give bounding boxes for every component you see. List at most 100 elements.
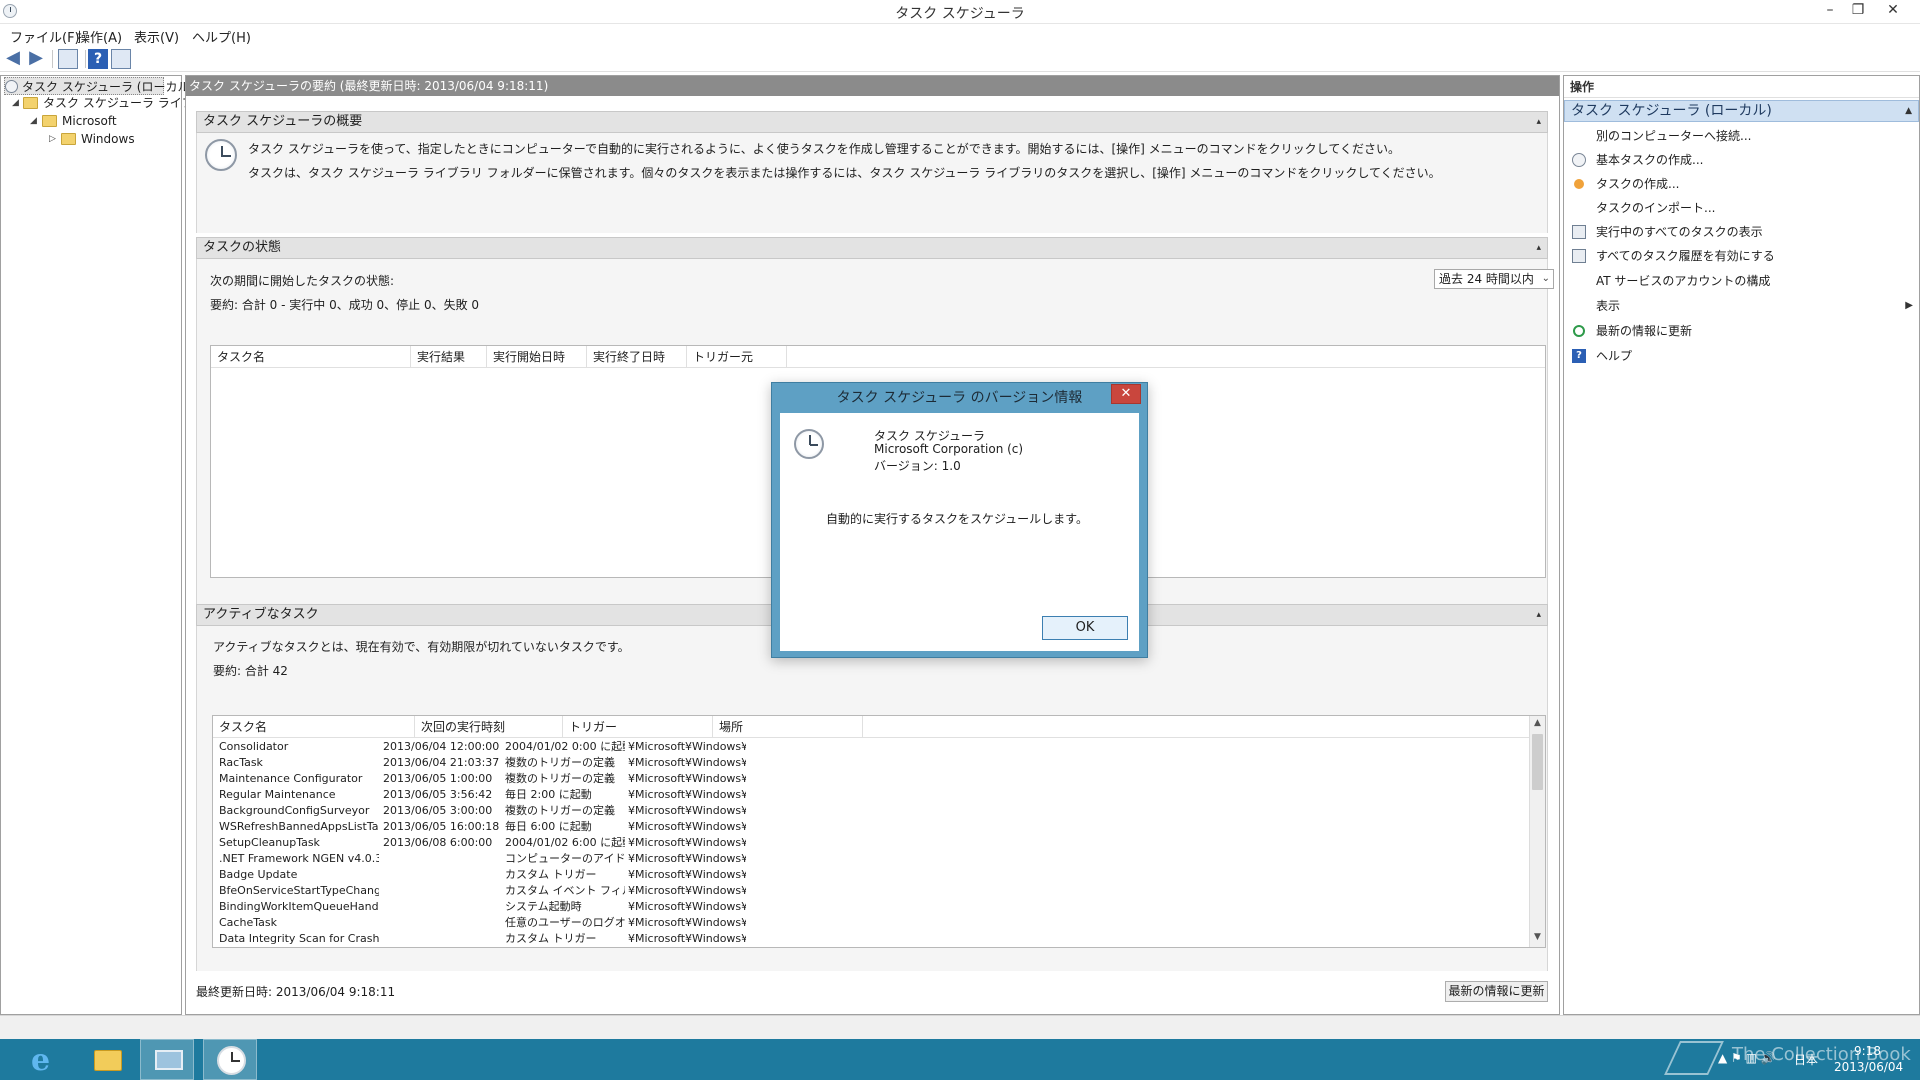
- collapse-icon[interactable]: ▴: [1536, 112, 1541, 132]
- active-tasks-summary: 要約: 合計 42: [213, 664, 288, 678]
- refresh-button[interactable]: 最新の情報に更新: [1445, 981, 1548, 1002]
- show-hide-console-tree-icon[interactable]: [58, 49, 78, 69]
- toolbar-separator: [85, 50, 86, 68]
- table-row[interactable]: WSRefreshBannedAppsListTask 2013/06/05 16…: [213, 819, 1545, 835]
- column-header-triggered-by[interactable]: トリガー元: [687, 346, 787, 368]
- table-cell: RacTask: [219, 756, 263, 769]
- collapse-icon[interactable]: ▴: [1536, 605, 1541, 625]
- scroll-up-arrow-icon[interactable]: ▲: [1530, 718, 1545, 728]
- table-row[interactable]: RacTask 2013/06/04 21:03:37 複数のトリガーの定義 ¥Mic…: [213, 755, 1545, 771]
- close-button[interactable]: ✕: [1878, 0, 1908, 22]
- column-header-next-run[interactable]: 次回の実行時刻: [415, 716, 563, 738]
- action-import-task[interactable]: タスクのインポート...: [1564, 196, 1919, 220]
- ok-button[interactable]: OK: [1042, 616, 1128, 640]
- column-header-task-name[interactable]: タスク名: [211, 346, 411, 368]
- active-tasks-table[interactable]: タスク名 次回の実行時刻 トリガー 場所 Consolidator 2013/06…: [212, 715, 1546, 948]
- active-tasks-description: アクティブなタスクとは、現在有効で、有効期限が切れていないタスクです。: [213, 640, 630, 654]
- action-at-service-account[interactable]: AT サービスのアカウントの構成: [1564, 269, 1919, 293]
- table-cell: Consolidator: [219, 740, 289, 753]
- action-create-basic-task[interactable]: 基本タスクの作成...: [1564, 148, 1919, 172]
- title-bar: タスク スケジューラ – ❐ ✕: [0, 0, 1920, 24]
- table-row[interactable]: Regular Maintenance 2013/06/05 3:56:42 毎日 …: [213, 787, 1545, 803]
- collapse-up-icon[interactable]: ▲: [1905, 101, 1912, 121]
- collapse-icon[interactable]: ▴: [1536, 238, 1541, 258]
- minimize-button[interactable]: –: [1815, 0, 1845, 22]
- menu-file[interactable]: ファイル(F): [10, 27, 80, 46]
- action-refresh[interactable]: 最新の情報に更新: [1564, 319, 1919, 343]
- menu-help[interactable]: ヘルプ(H): [192, 27, 251, 46]
- action-view[interactable]: 表示 ▶: [1564, 294, 1919, 318]
- toolbar-separator: [52, 50, 53, 68]
- table-cell: ¥Microsoft¥Windows¥RAC: [628, 756, 746, 769]
- table-cell: 2004/01/02 6:00 に起動 -...: [505, 836, 625, 849]
- show-hide-action-pane-icon[interactable]: [111, 49, 131, 69]
- taskbar-file-explorer[interactable]: [80, 1039, 134, 1080]
- column-header-result[interactable]: 実行結果: [411, 346, 487, 368]
- table-cell: ¥Microsoft¥Windows¥Set...: [628, 836, 746, 849]
- table-cell: 毎日 2:00 に起動: [505, 788, 592, 801]
- table-row[interactable]: BindingWorkItemQueueHandler システム起動時 ¥Micro…: [213, 899, 1545, 915]
- table-row[interactable]: BackgroundConfigSurveyor 2013/06/05 3:00:…: [213, 803, 1545, 819]
- tree-collapsed-icon[interactable]: ▷: [49, 134, 56, 144]
- tree-item-windows[interactable]: Windows: [61, 130, 135, 148]
- table-row[interactable]: .NET Framework NGEN v4.0.30319 ... コンピュータ…: [213, 851, 1545, 867]
- period-dropdown[interactable]: 過去 24 時間以内 ⌄: [1434, 269, 1554, 289]
- connect-icon: [1572, 129, 1586, 143]
- help-icon[interactable]: ?: [88, 49, 108, 69]
- forward-arrow-icon[interactable]: ▶: [26, 49, 46, 69]
- restore-button[interactable]: ❐: [1843, 0, 1873, 22]
- table-cell: 2013/06/05 3:56:42: [383, 788, 493, 801]
- dialog-company: Microsoft Corporation (c): [874, 442, 1024, 456]
- dialog-description: 自動的に実行するタスクをスケジュールします。: [826, 512, 1088, 526]
- table-cell: 複数のトリガーの定義: [505, 772, 615, 785]
- table-row[interactable]: BfeOnServiceStartTypeChange カスタム イベント フィル…: [213, 883, 1545, 899]
- column-header-start-time[interactable]: 実行開始日時: [487, 346, 587, 368]
- taskbar-task-scheduler[interactable]: [203, 1039, 257, 1080]
- table-cell: 複数のトリガーの定義: [505, 756, 615, 769]
- overview-section-header[interactable]: タスク スケジューラの概要 ▴: [196, 111, 1548, 133]
- task-status-section-header[interactable]: タスクの状態 ▴: [196, 237, 1548, 259]
- scroll-thumb[interactable]: [1532, 734, 1543, 790]
- period-label: 次の期間に開始したタスクの状態:: [210, 274, 395, 288]
- column-header-task-name[interactable]: タスク名: [213, 716, 415, 738]
- action-show-running-tasks[interactable]: 実行中のすべてのタスクの表示: [1564, 220, 1919, 244]
- table-cell: カスタム トリガー: [505, 868, 597, 881]
- account-icon: [1572, 274, 1586, 288]
- taskbar-internet-explorer[interactable]: e: [18, 1039, 72, 1080]
- table-row[interactable]: CacheTask 任意のユーザーのログオン時¥Microsoft¥Windows…: [213, 915, 1545, 931]
- table-cell: BackgroundConfigSurveyor: [219, 804, 370, 817]
- menu-action[interactable]: 操作(A): [77, 27, 122, 46]
- table-row[interactable]: Consolidator 2013/06/04 12:00:00 2004/01/0…: [213, 739, 1545, 755]
- table-row[interactable]: Badge Update カスタム トリガー ¥Microsoft¥Windows¥…: [213, 867, 1545, 883]
- back-arrow-icon[interactable]: ◀: [3, 49, 23, 69]
- vertical-scrollbar[interactable]: ▲ ▼: [1529, 716, 1545, 947]
- column-header-trigger[interactable]: トリガー: [563, 716, 713, 738]
- actions-group-header[interactable]: タスク スケジューラ (ローカル) ▲: [1564, 100, 1919, 122]
- tree-item-microsoft[interactable]: Microsoft: [42, 112, 117, 130]
- tree-expanded-icon[interactable]: ◢: [30, 116, 37, 126]
- action-help[interactable]: ? ヘルプ: [1564, 344, 1919, 368]
- task-scheduler-clock-icon: [794, 429, 824, 459]
- table-row[interactable]: Data Integrity Scan for Crash Recov... カス…: [213, 931, 1545, 947]
- table-cell: システム起動時: [505, 900, 582, 913]
- menu-view[interactable]: 表示(V): [134, 27, 179, 46]
- table-cell: ¥Microsoft¥Windows¥Tas...: [628, 788, 746, 801]
- table-row[interactable]: Maintenance Configurator 2013/06/05 1:00:…: [213, 771, 1545, 787]
- dialog-close-button[interactable]: ✕: [1111, 384, 1141, 404]
- action-connect-computer[interactable]: 別のコンピューターへ接続...: [1564, 124, 1919, 148]
- column-header-end-time[interactable]: 実行終了日時: [587, 346, 687, 368]
- scroll-down-arrow-icon[interactable]: ▼: [1530, 932, 1545, 942]
- console-tree: タスク スケジューラ (ローカル) ◢ タスク スケジューラ ライブラリ ◢ M…: [0, 75, 218, 1015]
- running-tasks-icon: [1572, 225, 1586, 239]
- tree-item-task-scheduler-local[interactable]: タスク スケジューラ (ローカル): [4, 77, 194, 95]
- table-cell: 複数のトリガーの定義: [505, 804, 615, 817]
- import-icon: [1572, 201, 1586, 215]
- taskbar-control-panel[interactable]: [140, 1039, 194, 1080]
- action-enable-history[interactable]: すべてのタスク履歴を有効にする: [1564, 244, 1919, 268]
- action-label: 基本タスクの作成...: [1596, 153, 1704, 167]
- table-cell: ¥Microsoft¥Windows¥Win...: [628, 884, 746, 897]
- column-header-location[interactable]: 場所: [713, 716, 863, 738]
- action-create-task[interactable]: タスクの作成...: [1564, 172, 1919, 196]
- table-row[interactable]: SetupCleanupTask 2013/06/08 6:00:00 2004/0…: [213, 835, 1545, 851]
- tree-expanded-icon[interactable]: ◢: [12, 98, 19, 108]
